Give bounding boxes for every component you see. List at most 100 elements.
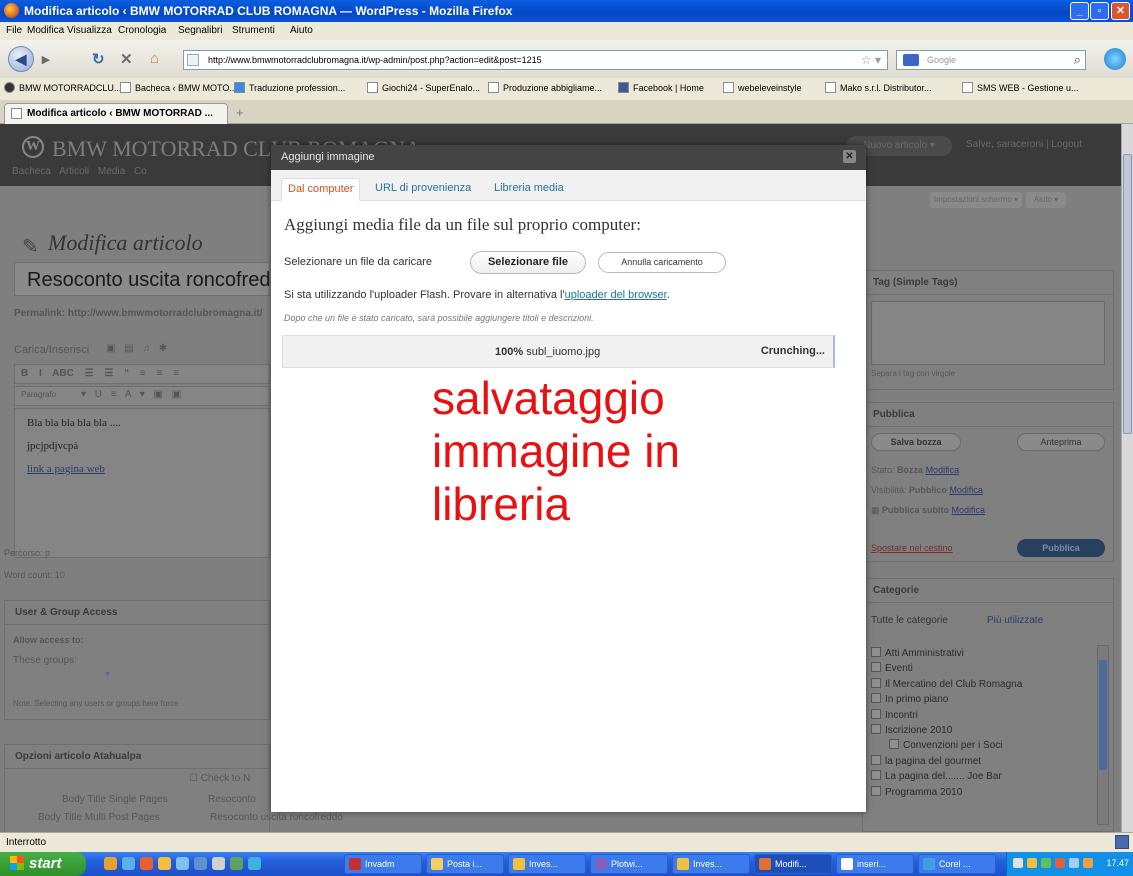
editor-toolbar-1[interactable]: B I ABC ☰ ☰ “ ≡ ≡ ≡: [14, 364, 270, 384]
save-draft-button[interactable]: Salva bozza: [871, 433, 961, 451]
box-title[interactable]: Categorie: [863, 579, 1113, 603]
publish-button[interactable]: Pubblica: [1017, 539, 1105, 557]
start-button[interactable]: start: [0, 852, 86, 876]
addon-icon[interactable]: [1115, 835, 1129, 849]
bookmark-item[interactable]: Mako s.r.l. Distributor...: [825, 82, 932, 93]
tray-icon[interactable]: [1013, 858, 1023, 868]
quicklaunch-icon[interactable]: [230, 857, 243, 870]
category-item[interactable]: Programma 2010: [871, 785, 1099, 801]
page-scrollbar[interactable]: [1121, 124, 1133, 832]
post-title-input[interactable]: Resoconto uscita roncofreddo: [14, 262, 270, 296]
window-titlebar[interactable]: Modifica articolo ‹ BMW MOTORRAD CLUB RO…: [0, 0, 1133, 22]
bookmark-item[interactable]: Traduzione profession...: [234, 82, 345, 93]
menu-segnalibri[interactable]: Segnalibri: [178, 25, 222, 36]
category-item[interactable]: Eventi: [871, 662, 1099, 677]
category-item[interactable]: Convenzioni per i Soci: [871, 739, 1099, 754]
menu-aiuto[interactable]: Aiuto: [290, 25, 313, 36]
tray-icon[interactable]: [1069, 858, 1079, 868]
forward-button[interactable]: ▸: [42, 50, 50, 68]
quicklaunch-icon[interactable]: [212, 857, 225, 870]
stop-icon[interactable]: ✕: [120, 50, 133, 68]
category-item[interactable]: la pagina del gourmet: [871, 754, 1099, 770]
search-icon[interactable]: ⌕: [1074, 52, 1081, 68]
tab-from-url[interactable]: URL di provenienza: [369, 178, 477, 201]
trash-link[interactable]: Spostare nel cestino: [871, 543, 953, 553]
quicklaunch-icon[interactable]: [176, 857, 189, 870]
box-title[interactable]: User & Group Access: [5, 601, 269, 625]
close-button[interactable]: ✕: [1111, 2, 1130, 20]
bookmark-item[interactable]: SMS WEB - Gestione u...: [962, 82, 1079, 93]
tab-all-categories[interactable]: Tutte le categorie: [871, 615, 948, 626]
quicklaunch-icon[interactable]: [140, 857, 153, 870]
bookmark-star-icon[interactable]: ☆ ▾: [861, 53, 881, 67]
tab-popular-categories[interactable]: Più utilizzate: [987, 615, 1043, 626]
admin-nav[interactable]: Bacheca Articoli Media Co: [12, 166, 147, 177]
box-title[interactable]: Opzioni articolo Atahualpa: [5, 745, 269, 769]
category-item[interactable]: Atti Amministrativi: [871, 647, 1099, 662]
taskbar-button[interactable]: Invadm: [344, 854, 422, 874]
home-icon[interactable]: ⌂: [150, 50, 159, 67]
taskbar-button[interactable]: Plotwi...: [590, 854, 668, 874]
menu-cronologia[interactable]: Cronologia: [118, 25, 166, 36]
bookmark-item[interactable]: Giochi24 - SuperEnalo...: [367, 82, 480, 93]
minimize-button[interactable]: _: [1070, 2, 1089, 20]
search-box[interactable]: Google ⌕: [896, 50, 1086, 70]
box-title[interactable]: Tag (Simple Tags): [863, 271, 1113, 295]
taskbar-button[interactable]: Inves...: [508, 854, 586, 874]
body-title-multi-value[interactable]: Resoconto uscita roncofreddo: [210, 812, 343, 823]
reload-icon[interactable]: ↻: [92, 50, 105, 68]
menu-visualizza[interactable]: Visualizza: [67, 25, 112, 36]
back-button[interactable]: ◀: [8, 46, 34, 72]
quicklaunch-icon[interactable]: [104, 857, 117, 870]
category-item[interactable]: La pagina del....... Joe Bar: [871, 770, 1099, 785]
category-item[interactable]: Incontri: [871, 708, 1099, 724]
new-tab-button[interactable]: +: [236, 105, 244, 120]
post-editor[interactable]: Bla bla bla bla bla .... jpcjpdjvcpà lin…: [14, 408, 270, 558]
category-item[interactable]: Iscrizione 2010: [871, 723, 1099, 739]
howdy-text[interactable]: Salve, saraceroni | Logout: [966, 139, 1082, 150]
quicklaunch-icon[interactable]: [248, 857, 261, 870]
box-title[interactable]: Pubblica: [863, 403, 1113, 427]
category-item[interactable]: Il Mercatino del Club Romagna: [871, 677, 1099, 693]
taskbar-button[interactable]: Inves...: [672, 854, 750, 874]
quicklaunch-icon[interactable]: [158, 857, 171, 870]
quicklaunch-icon[interactable]: [122, 857, 135, 870]
category-item[interactable]: In primo piano: [871, 693, 1099, 708]
tray-icon[interactable]: [1041, 858, 1051, 868]
menu-file[interactable]: File: [6, 25, 22, 36]
editor-toolbar-2[interactable]: Paragrafo ▾ U ≡ A ▾ ▣ ▣: [14, 386, 270, 406]
bookmark-item[interactable]: BMW MOTORRADCLU...: [4, 82, 121, 93]
tray-icon[interactable]: [1027, 858, 1037, 868]
maximize-button[interactable]: ▫: [1090, 2, 1109, 20]
select-file-button[interactable]: Selezionare file: [470, 251, 586, 274]
tab-from-computer[interactable]: Dal computer: [281, 178, 361, 201]
body-title-single-value[interactable]: Resoconto: [208, 794, 256, 805]
bookmark-item[interactable]: Bacheca ‹ BMW MOTO...: [120, 82, 237, 93]
tray-icon[interactable]: [1055, 858, 1065, 868]
preview-button[interactable]: Anteprima: [1017, 433, 1105, 451]
screen-options-button[interactable]: Impostazioni schermo ▾: [930, 192, 1022, 208]
groups-select[interactable]: ▾: [105, 669, 110, 680]
category-scrollbar[interactable]: [1097, 645, 1109, 825]
cancel-upload-button[interactable]: Annulla caricamento: [598, 252, 726, 273]
taskbar-button[interactable]: Corel ...: [918, 854, 996, 874]
taskbar-button-active[interactable]: Modifi...: [754, 854, 832, 874]
tab-modifica-articolo[interactable]: Modifica articolo ‹ BMW MOTORRAD ...: [4, 103, 228, 124]
permalink[interactable]: Permalink: http://www.bmwmotorradclubrom…: [14, 308, 263, 319]
bookmark-item[interactable]: Produzione abbigliame...: [488, 82, 602, 93]
menu-strumenti[interactable]: Strumenti: [232, 25, 275, 36]
check-to-checkbox[interactable]: ☐ Check to N: [189, 773, 250, 784]
tray-icon[interactable]: [1083, 858, 1093, 868]
bookmark-item[interactable]: webeleveinstyle: [723, 82, 802, 93]
taskbar-button[interactable]: Posta i...: [426, 854, 504, 874]
tab-media-library[interactable]: Libreria media: [488, 178, 570, 201]
taskbar-button[interactable]: inseri...: [836, 854, 914, 874]
url-bar[interactable]: http://www.bmwmotorradclubromagna.it/wp-…: [183, 50, 888, 70]
menu-modifica[interactable]: Modifica: [27, 25, 64, 36]
skype-icon[interactable]: [1104, 48, 1126, 70]
help-button[interactable]: Aiuto ▾: [1026, 192, 1066, 208]
bookmark-item[interactable]: Facebook | Home: [618, 82, 704, 93]
close-icon[interactable]: ✕: [843, 150, 856, 163]
tags-input[interactable]: [871, 301, 1105, 365]
quicklaunch-icon[interactable]: [194, 857, 207, 870]
